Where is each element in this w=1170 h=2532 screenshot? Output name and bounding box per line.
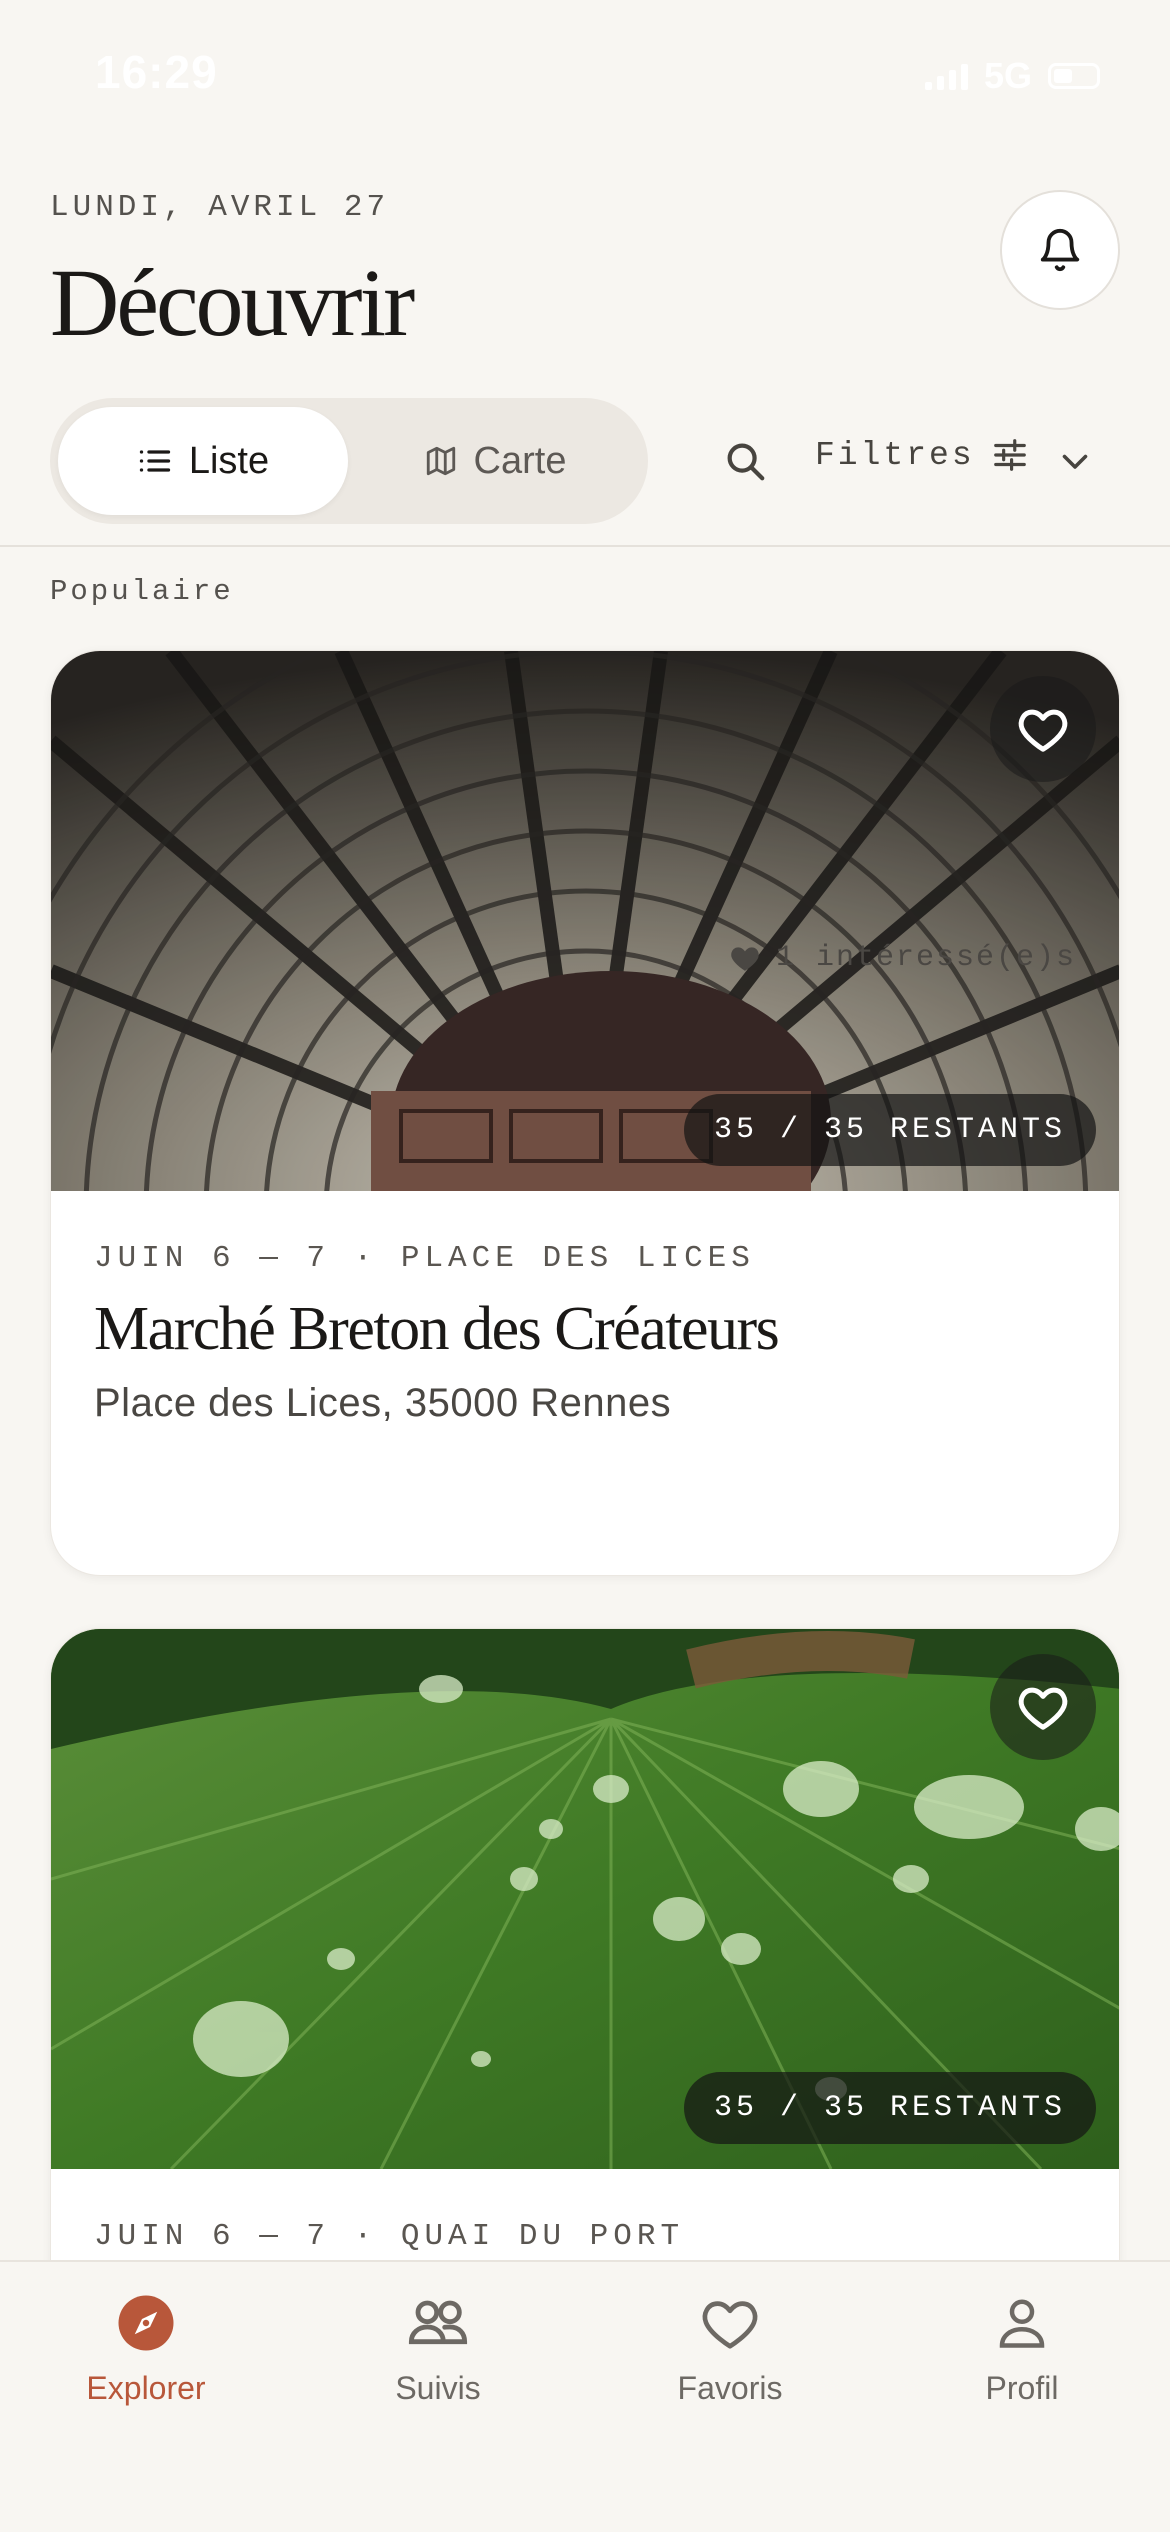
tab-list-view[interactable]: Liste xyxy=(58,407,348,515)
favorite-button[interactable] xyxy=(990,1654,1096,1760)
map-icon xyxy=(426,446,455,476)
event-image: 35 / 35 RESTANTS xyxy=(51,1629,1119,2169)
heart-outline-icon xyxy=(1018,709,1068,752)
heart-icon xyxy=(731,947,759,971)
compass-icon xyxy=(111,2288,181,2358)
battery-icon xyxy=(1048,63,1100,89)
filters-label: Filtres xyxy=(815,436,975,474)
bottom-tab-bar: Explorer Suivis Favoris Profil xyxy=(0,2260,1170,2532)
page-header: LUNDI, AVRIL 27 Découvrir xyxy=(50,190,1120,360)
people-icon xyxy=(403,2288,473,2358)
status-indicators: 5G xyxy=(924,55,1100,97)
stock-badge: 35 / 35 RESTANTS xyxy=(683,2072,1096,2144)
tab-label: Explorer xyxy=(86,2370,206,2406)
favorite-button[interactable] xyxy=(990,676,1096,782)
signal-icon xyxy=(924,62,968,90)
tab-label: Favoris xyxy=(677,2370,783,2406)
list-icon xyxy=(139,450,171,472)
tab-map-view[interactable]: Carte xyxy=(350,407,640,515)
view-controls: Liste Carte Filtres xyxy=(50,398,1120,524)
heart-icon xyxy=(695,2288,765,2358)
divider xyxy=(0,545,1170,547)
tab-label: Profil xyxy=(985,2370,1059,2406)
list-view-label: Liste xyxy=(188,439,270,482)
person-icon xyxy=(987,2288,1057,2358)
status-time: 16:29 xyxy=(95,46,218,98)
event-details: JUIN 6 — 7 · PLACE DES LICES Marché Bret… xyxy=(51,1191,1119,1426)
tab-explorer[interactable]: Explorer xyxy=(0,2288,292,2407)
interest-count: 1 intéressé(e)s xyxy=(728,941,1076,975)
filters-button[interactable]: Filtres xyxy=(815,436,1029,474)
section-label: Populaire xyxy=(50,575,234,608)
heart-outline-icon xyxy=(1018,1687,1068,1730)
event-meta: JUIN 6 — 7 · QUAI DU PORT xyxy=(94,2219,685,2254)
page-title: Découvrir xyxy=(50,249,415,356)
event-image: 35 / 35 RESTANTS xyxy=(51,651,1119,1191)
stock-badge: 35 / 35 RESTANTS xyxy=(683,1094,1096,1166)
map-view-label: Carte xyxy=(473,439,567,482)
event-meta: JUIN 6 — 7 · PLACE DES LICES xyxy=(94,1241,755,1276)
event-details: JUIN 6 — 7 · QUAI DU PORT xyxy=(51,2169,1119,2254)
event-address: Place des Lices, 35000 Rennes xyxy=(94,1381,672,1425)
network-label: 5G xyxy=(983,55,1032,96)
tab-suivis[interactable]: Suivis xyxy=(292,2288,584,2407)
tab-favoris[interactable]: Favoris xyxy=(584,2288,876,2407)
tab-profil[interactable]: Profil xyxy=(876,2288,1168,2407)
interest-label: 1 intéressé(e)s xyxy=(775,941,1076,975)
sliders-icon xyxy=(993,439,1026,471)
event-card[interactable]: 35 / 35 RESTANTS JUIN 6 — 7 · PLACE DES … xyxy=(50,650,1120,1576)
event-title: Marché Breton des Créateurs xyxy=(94,1295,780,1363)
tab-label: Suivis xyxy=(395,2370,481,2406)
status-bar: 16:29 5G xyxy=(0,0,1170,150)
notifications-button[interactable] xyxy=(1000,190,1120,310)
search-button[interactable] xyxy=(710,426,780,496)
search-icon xyxy=(727,443,765,481)
bell-icon xyxy=(1040,229,1080,272)
view-toggle: Liste Carte xyxy=(50,398,648,524)
expand-button[interactable] xyxy=(1050,436,1100,486)
chevron-down-icon xyxy=(1062,454,1088,469)
current-date: LUNDI, AVRIL 27 xyxy=(50,190,390,225)
